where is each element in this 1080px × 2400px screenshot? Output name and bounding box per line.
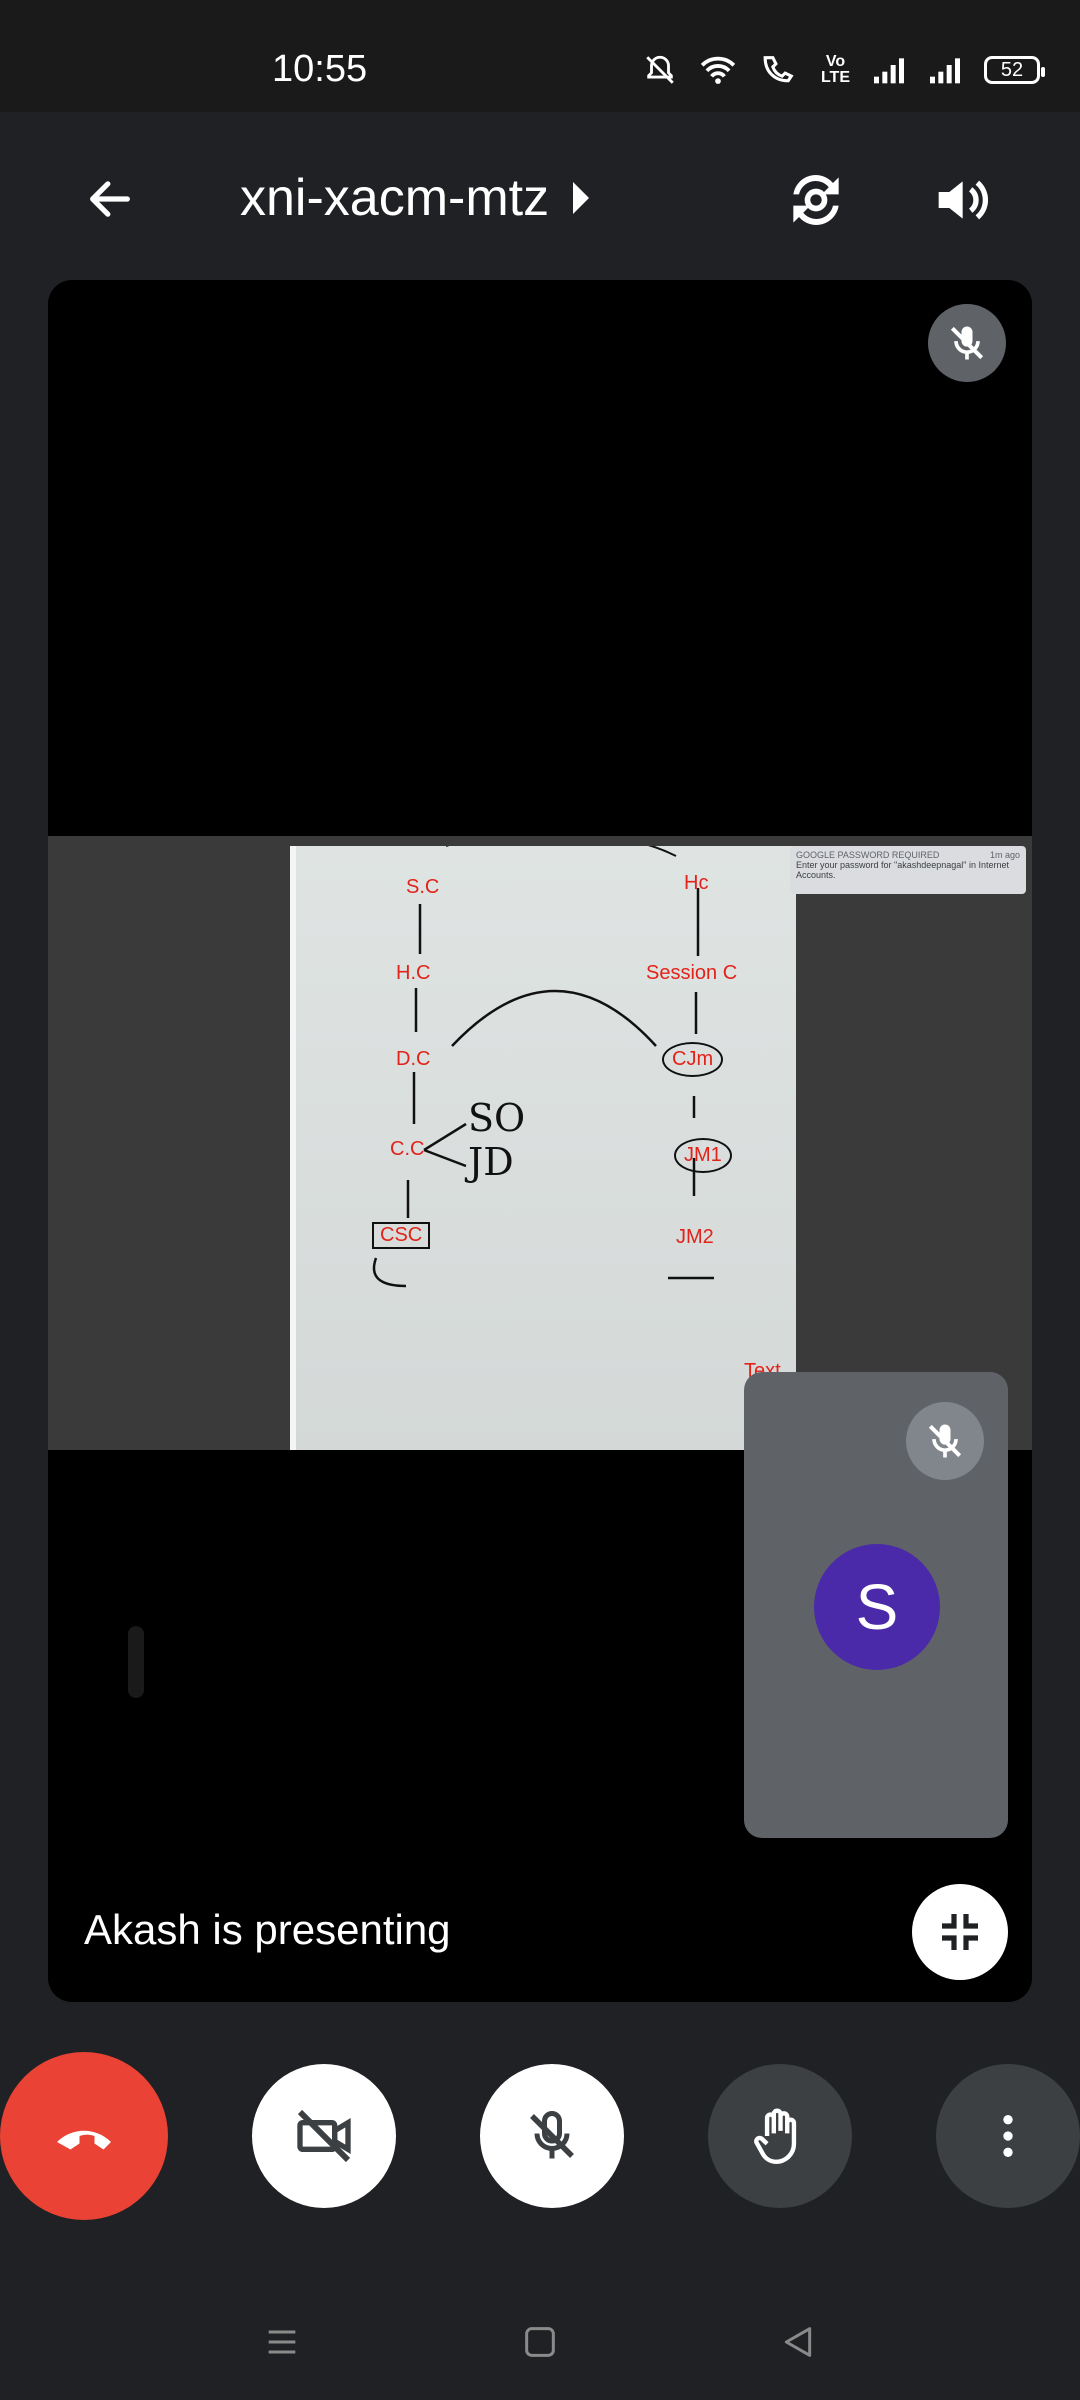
mic-off-icon (928, 1424, 962, 1458)
nav-home-button[interactable] (510, 2312, 570, 2372)
label-cjm: CJm (662, 1042, 724, 1077)
volte-line-1: Vo (825, 53, 846, 70)
switch-camera-button[interactable] (776, 160, 856, 240)
handwriting-so: SO (468, 1096, 526, 1140)
label-dc: D.C (396, 1048, 431, 1070)
exit-fullscreen-icon (942, 1914, 978, 1950)
handwriting-jd: JD (468, 1140, 514, 1184)
exit-fullscreen-button[interactable] (912, 1884, 1008, 1980)
back-button[interactable] (70, 164, 150, 234)
self-view-tile[interactable]: S (744, 1372, 1008, 1838)
camera-off-icon (297, 2109, 351, 2163)
call-controls (0, 2052, 1080, 2222)
notification-title: GOOGLE PASSWORD REQUIRED (796, 850, 940, 860)
notification-time: 1m ago (989, 850, 1020, 860)
wifi-calling-icon (759, 53, 799, 87)
caret-right-icon (573, 182, 590, 214)
whiteboard: S.C H.C D.C C.C CSC Hc Session C CJm JM1… (290, 846, 796, 1450)
signal-icon (872, 55, 906, 85)
raise-hand-button[interactable] (708, 2064, 852, 2208)
meeting-code-button[interactable]: xni-xacm-mtz (240, 168, 590, 228)
back-arrow-icon (90, 181, 130, 217)
presenter-muted-indicator (928, 304, 1006, 382)
meeting-header: xni-xacm-mtz (0, 112, 1080, 282)
raise-hand-icon (754, 2108, 797, 2165)
self-muted-indicator (906, 1402, 984, 1480)
avatar: S (814, 1544, 940, 1670)
notification-body: Enter your password for "akashdeepnagal"… (796, 860, 1010, 880)
label-sc: S.C (406, 876, 440, 898)
switch-camera-icon (793, 175, 839, 225)
label-hc-right: Hc (684, 872, 709, 894)
speaker-icon (938, 180, 989, 220)
meeting-code: xni-xacm-mtz (240, 169, 550, 227)
password-notification: GOOGLE PASSWORD REQUIRED 1m ago Enter yo… (790, 846, 1026, 894)
battery-level: 52 (1000, 58, 1024, 81)
system-nav-bar (0, 2280, 1080, 2400)
mute-bell-icon (643, 53, 677, 87)
status-icons: Vo LTE 52 (643, 50, 1045, 90)
speaker-button[interactable] (920, 160, 1000, 240)
back-triangle-icon (784, 2327, 812, 2357)
label-cc: C.C (390, 1138, 425, 1160)
mic-off-icon (530, 2111, 574, 2159)
camera-toggle-button[interactable] (252, 2064, 396, 2208)
status-bar: 10:55 Vo LTE 52 (0, 0, 1080, 112)
home-square-icon (525, 2327, 555, 2357)
microphone-toggle-button[interactable] (480, 2064, 624, 2208)
more-options-button[interactable] (936, 2064, 1080, 2208)
label-jm2: JM2 (676, 1226, 714, 1248)
nav-back-button[interactable] (768, 2312, 828, 2372)
floating-toolbar-widget (128, 1626, 144, 1698)
battery-icon: 52 (984, 56, 1045, 84)
clock: 10:55 (272, 48, 368, 90)
label-jm1: JM1 (674, 1138, 732, 1173)
volte-icon: Vo LTE (821, 54, 850, 86)
presentation-stage[interactable]: S.C H.C D.C C.C CSC Hc Session C CJm JM1… (48, 280, 1032, 2002)
hang-up-icon (57, 2130, 111, 2150)
shared-screen: S.C H.C D.C C.C CSC Hc Session C CJm JM1… (48, 836, 1032, 1698)
label-hc-left: H.C (396, 962, 431, 984)
signal-icon (928, 55, 962, 85)
more-vert-icon (1003, 2115, 1013, 2157)
volte-line-2: LTE (820, 69, 850, 86)
wifi-icon (699, 53, 737, 87)
nav-recents-button[interactable] (252, 2312, 312, 2372)
end-call-button[interactable] (0, 2052, 168, 2220)
presenting-status: Akash is presenting (84, 1906, 451, 1953)
label-session-c: Session C (646, 962, 738, 984)
menu-icon (268, 2330, 296, 2354)
label-csc: CSC (372, 1222, 431, 1249)
mic-off-icon (950, 326, 984, 360)
